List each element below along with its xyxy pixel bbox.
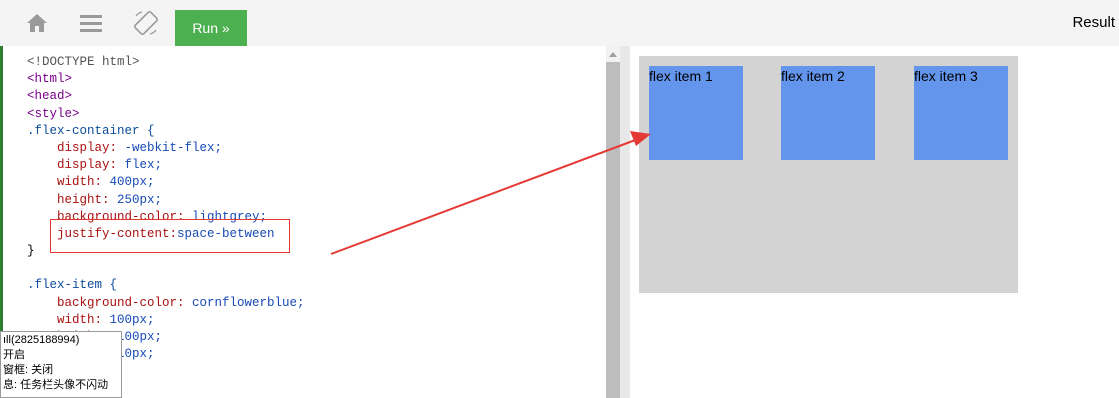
tooltip-line: 窗框: 关闭 — [3, 364, 54, 376]
toolbar: Run » Result — [0, 0, 1119, 46]
code-line: height: 250px; — [27, 192, 163, 207]
tooltip-line: 息: 任务栏头像不闪动 — [3, 379, 109, 391]
code-line: <style> — [27, 106, 80, 121]
result-label: Result — [1072, 14, 1115, 31]
home-icon[interactable] — [25, 11, 49, 35]
editor-scrollbar[interactable] — [606, 46, 620, 398]
code-line: .flex-item { — [27, 278, 118, 293]
menu-icon[interactable] — [80, 11, 102, 35]
code-line: width: 100px; — [27, 312, 155, 327]
pane-divider[interactable] — [620, 46, 630, 398]
annotation-highlight-box — [50, 219, 290, 253]
tooltip-line: 开启 — [3, 349, 25, 361]
flex-container-preview: flex item 1 flex item 2 flex item 3 — [639, 56, 1018, 293]
rotate-icon[interactable] — [133, 10, 159, 36]
scroll-up-icon[interactable] — [609, 52, 617, 57]
code-line: display: -webkit-flex; — [27, 140, 223, 155]
code-line: <!DOCTYPE html> — [27, 55, 140, 69]
flex-item: flex item 3 — [914, 66, 1008, 160]
tooltip-line: ıll(2825188994) — [3, 334, 80, 346]
run-button[interactable]: Run » — [175, 10, 247, 46]
chat-tooltip: ıll(2825188994) 开启 窗框: 关闭 息: 任务栏头像不闪动 — [0, 331, 122, 398]
code-line: width: 400px; — [27, 175, 155, 190]
code-text[interactable]: <!DOCTYPE html> <html> <head> <style> .flex-… — [27, 54, 305, 363]
flex-item: flex item 2 — [781, 66, 875, 160]
code-line: display: flex; — [27, 158, 163, 173]
flex-item: flex item 1 — [649, 66, 743, 160]
code-line: <head> — [27, 89, 73, 104]
code-line: .flex-container { — [27, 123, 155, 138]
code-line: background-color: cornflowerblue; — [27, 295, 305, 310]
scroll-thumb[interactable] — [606, 62, 620, 398]
code-line: <html> — [27, 72, 73, 87]
